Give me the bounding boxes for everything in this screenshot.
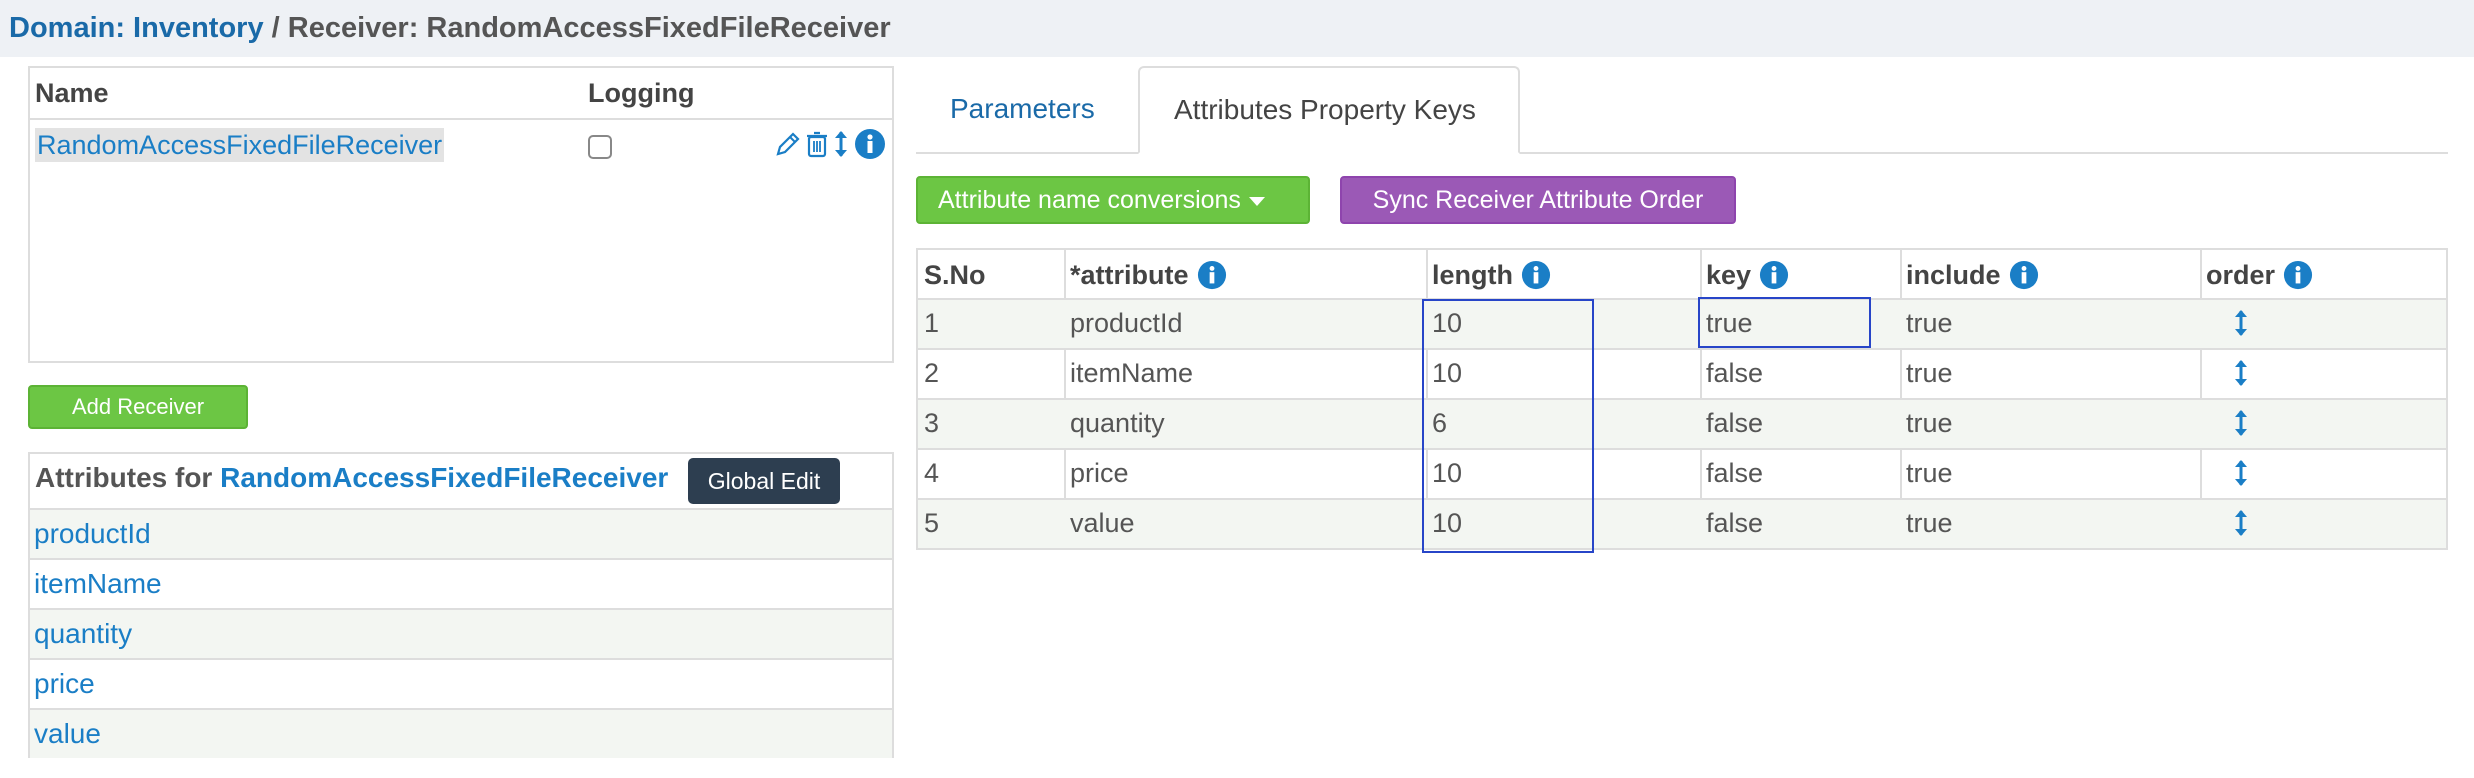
column-header-logging: Logging — [588, 78, 695, 108]
cell-include[interactable]: true — [1902, 350, 1953, 398]
grid-header-sno: S.No — [920, 250, 986, 300]
info-icon[interactable] — [2283, 260, 2313, 290]
attributes-panel: Attributes for RandomAccessFixedFileRece… — [28, 452, 894, 758]
grid-header-row: S.No *attribute length key include order — [918, 250, 2446, 300]
table-row[interactable]: 4 price 10 false true — [918, 448, 2446, 498]
cell-include[interactable]: true — [1902, 400, 1953, 448]
info-icon[interactable] — [1197, 260, 1227, 290]
receiver-name-link[interactable]: RandomAccessFixedFileReceiver — [35, 128, 445, 162]
grid-header-key-label: key — [1706, 260, 1752, 290]
cell-sno: 3 — [924, 408, 940, 438]
sync-receiver-attribute-order-button[interactable]: Sync Receiver Attribute Order — [1340, 176, 1736, 224]
attributes-receiver-link[interactable]: RandomAccessFixedFileReceiver — [220, 462, 668, 493]
receiver-row-actions — [774, 126, 886, 162]
grid-header-attribute: *attribute — [1066, 250, 1227, 300]
cell-sno: 1 — [924, 308, 940, 338]
cell-include[interactable]: true — [1902, 300, 1953, 348]
table-row[interactable]: 5 value 10 false true — [918, 498, 2446, 548]
tab-attributes-property-keys-label: Attributes Property Keys — [1174, 94, 1476, 125]
cell-attribute[interactable]: itemName — [1066, 350, 1193, 398]
pencil-icon[interactable] — [774, 130, 800, 158]
column-header-name: Name — [35, 78, 109, 108]
grid-header-order-label: order — [2206, 260, 2276, 290]
page-header: Domain: Inventory / Receiver: RandomAcce… — [0, 0, 2474, 57]
list-item[interactable]: value — [30, 708, 892, 758]
attributes-property-grid: S.No *attribute length key include order… — [916, 248, 2448, 550]
cell-key[interactable]: false — [1702, 400, 1763, 448]
table-row[interactable]: 1 productId 10 true true — [918, 298, 2446, 348]
reorder-icon[interactable] — [834, 129, 848, 159]
grid-header-include: include — [1902, 250, 2039, 300]
add-receiver-button[interactable]: Add Receiver — [28, 385, 248, 429]
logging-checkbox[interactable] — [588, 135, 612, 159]
grid-header-key: key — [1702, 250, 1789, 300]
list-item[interactable]: itemName — [30, 558, 892, 608]
list-item[interactable]: price — [30, 658, 892, 708]
receivers-table: Name Logging RandomAccessFixedFileReceiv… — [28, 66, 894, 363]
length-column-selection — [1422, 299, 1594, 553]
grid-header-length-label: length — [1432, 260, 1513, 290]
list-item[interactable]: quantity — [30, 608, 892, 658]
trash-icon[interactable] — [806, 130, 828, 158]
key-cell-selection — [1698, 297, 1871, 348]
list-item[interactable]: productId — [30, 508, 892, 558]
breadcrumb-receiver: Receiver: RandomAccessFixedFileReceiver — [287, 12, 891, 44]
caret-down-icon — [1248, 196, 1265, 206]
cell-include[interactable]: true — [1902, 500, 1953, 548]
table-row[interactable]: 2 itemName 10 false true — [918, 348, 2446, 398]
cell-attribute[interactable]: value — [1066, 500, 1135, 548]
attribute-name-conversions-dropdown[interactable]: Attribute name conversions — [916, 176, 1310, 224]
table-row[interactable]: 3 quantity 6 false true — [918, 398, 2446, 448]
vertical-arrows-icon[interactable] — [2234, 458, 2248, 488]
info-icon[interactable] — [1521, 260, 1551, 290]
info-icon[interactable] — [854, 128, 886, 160]
tab-attributes-property-keys[interactable]: Attributes Property Keys — [1138, 66, 1520, 154]
cell-sno: 2 — [924, 358, 940, 388]
receivers-table-header: Name Logging — [30, 68, 892, 120]
cell-sno: 5 — [924, 508, 940, 538]
cell-key[interactable]: false — [1702, 500, 1763, 548]
cell-sno: 4 — [924, 458, 940, 488]
cell-key[interactable]: false — [1702, 450, 1763, 498]
breadcrumb-separator: / — [263, 12, 288, 44]
grid-header-include-label: include — [1906, 260, 2001, 290]
breadcrumb-domain-link[interactable]: Domain: Inventory — [9, 12, 264, 44]
info-icon[interactable] — [2009, 260, 2039, 290]
breadcrumb: Domain: Inventory / Receiver: RandomAcce… — [9, 10, 891, 46]
vertical-arrows-icon[interactable] — [2234, 408, 2248, 438]
global-edit-button[interactable]: Global Edit — [688, 458, 840, 504]
attributes-title-prefix: Attributes for — [35, 462, 221, 493]
grid-header-attribute-label: *attribute — [1070, 260, 1189, 290]
vertical-arrows-icon[interactable] — [2234, 358, 2248, 388]
grid-header-length: length — [1428, 250, 1551, 300]
info-icon[interactable] — [1759, 260, 1789, 290]
attributes-panel-title: Attributes for RandomAccessFixedFileRece… — [35, 462, 668, 494]
grid-header-order: order — [2202, 250, 2313, 300]
conversions-label: Attribute name conversions — [938, 186, 1241, 214]
tab-parameters[interactable]: Parameters — [950, 92, 1095, 126]
cell-key[interactable]: false — [1702, 350, 1763, 398]
cell-attribute[interactable]: quantity — [1066, 400, 1165, 448]
vertical-arrows-icon[interactable] — [2234, 508, 2248, 538]
vertical-arrows-icon[interactable] — [2234, 308, 2248, 338]
cell-include[interactable]: true — [1902, 450, 1953, 498]
cell-attribute[interactable]: price — [1066, 450, 1129, 498]
grid-header-sno-label: S.No — [924, 260, 986, 290]
cell-attribute[interactable]: productId — [1066, 300, 1183, 348]
